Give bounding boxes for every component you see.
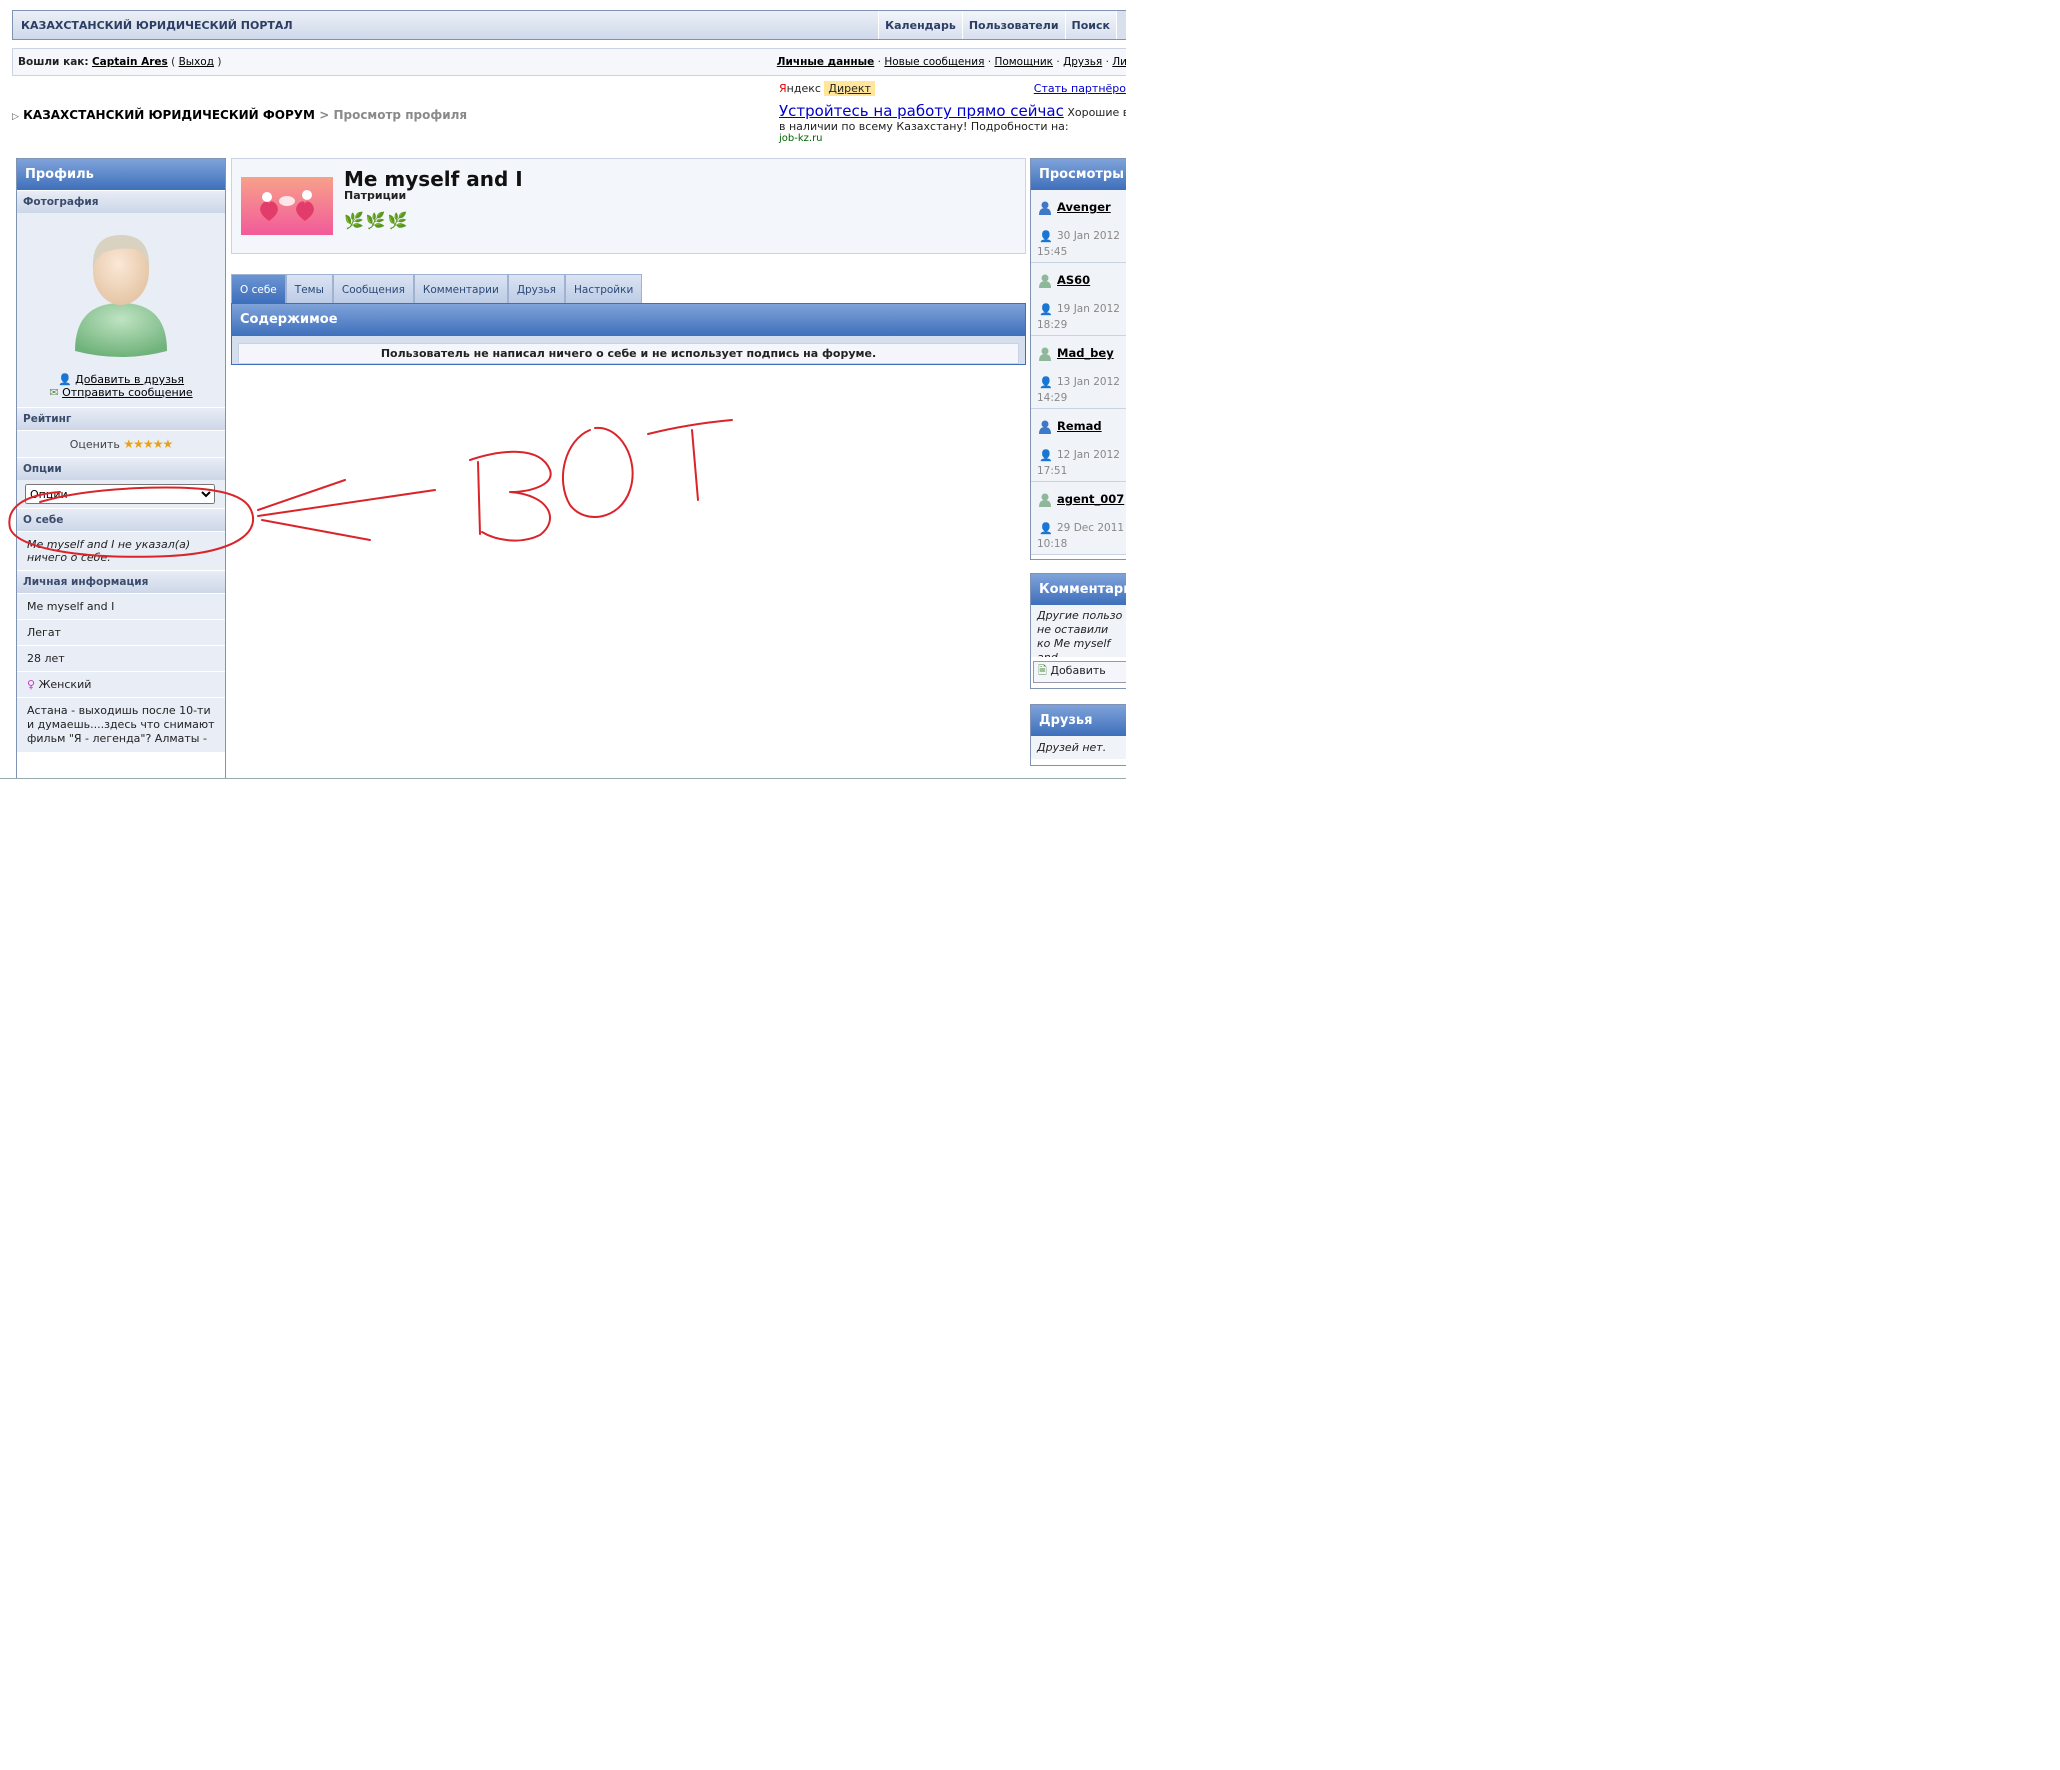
- annotation-strokes: [8, 419, 733, 558]
- annotation-arrow-mid: [257, 489, 436, 517]
- annotation-ellipse: [8, 486, 255, 558]
- annotation-letter-t-bar: [647, 419, 733, 435]
- red-annotation-overlay: [8, 419, 733, 558]
- annotation-letter-o: [561, 426, 634, 518]
- browser-viewport: КАЗАХСТАНСКИЙ ЮРИДИЧЕСКИЙ ПОРТАЛ Календа…: [0, 0, 1126, 779]
- annotation-letter-v-stem: [477, 461, 481, 535]
- annotation-arrow-lower: [261, 519, 371, 541]
- annotation-letter-v: [469, 450, 552, 542]
- annotation-letter-t-stem: [691, 429, 699, 501]
